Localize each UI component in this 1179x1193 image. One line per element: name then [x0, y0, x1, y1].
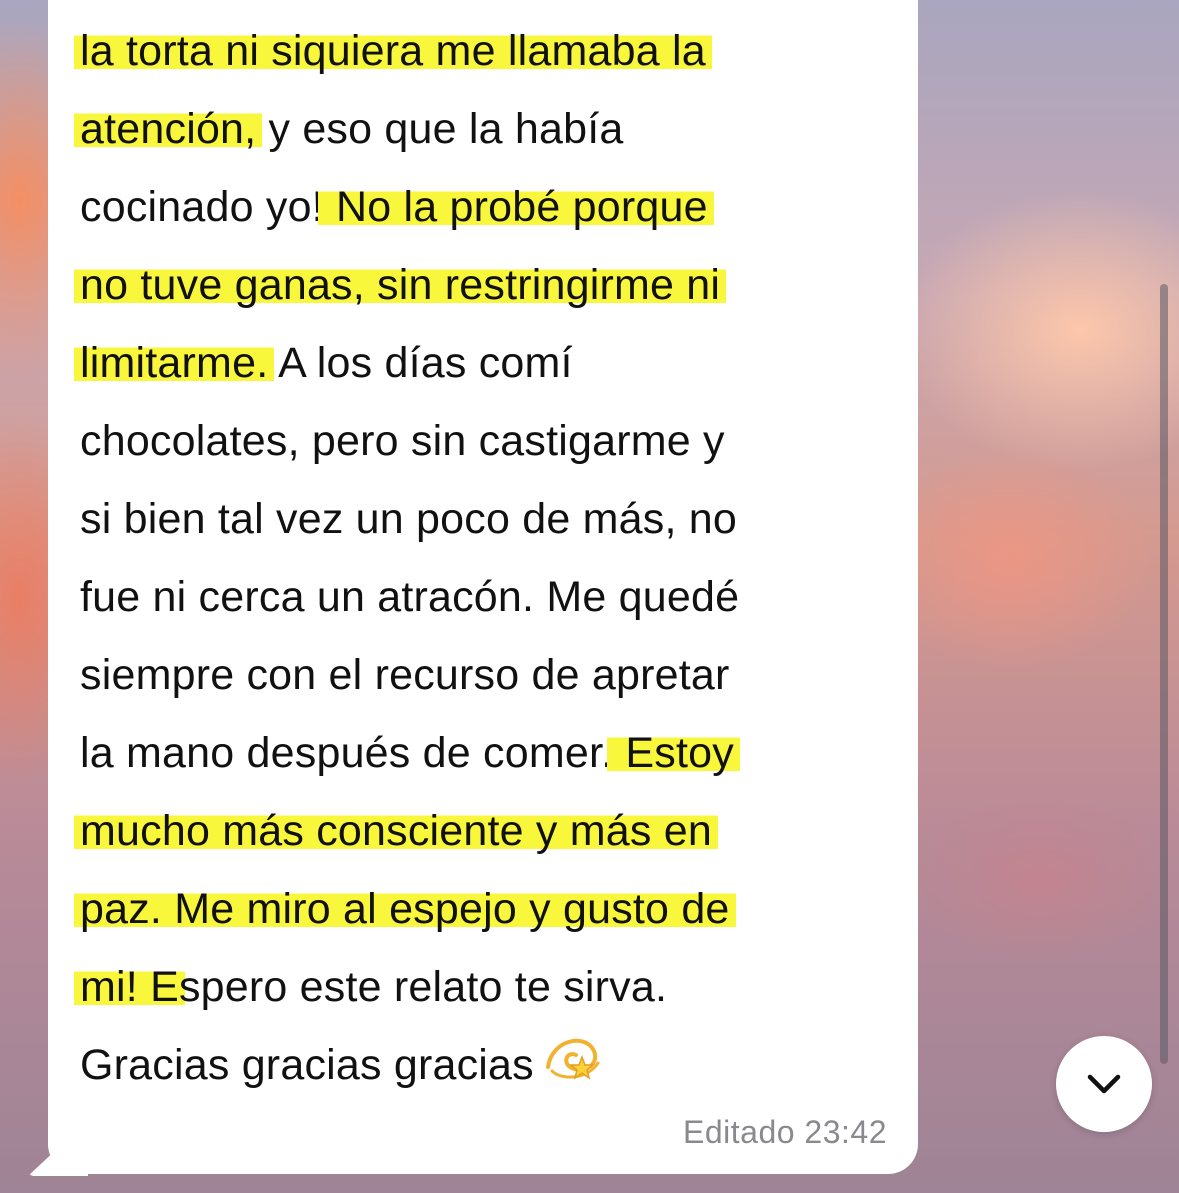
highlighted-text: No la probé porque [317, 183, 714, 231]
message-edited-timestamp: Editado 23:42 [683, 1114, 887, 1150]
message-text-segment: chocolates, pero sin castigarme y [80, 417, 725, 465]
highlighted-text: Estoy [607, 729, 740, 777]
message-line: si bien tal vez un poco de más, no [80, 480, 880, 558]
message-line: limitarme. A los días comí [74, 324, 880, 402]
message-line: atención, y eso que la había [74, 90, 880, 168]
message-text-segment: la mano después de comer. [80, 729, 614, 777]
highlighted-text: mi! E [74, 963, 185, 1011]
chevron-down-icon [1087, 1074, 1121, 1094]
message-line: fue ni cerca un atracón. Me quedé [80, 558, 880, 636]
message-line: Gracias gracias gracias [80, 1026, 880, 1104]
message-text-segment: cocinado yo! [80, 183, 324, 231]
message-text-segment: fue ni cerca un atracón. Me quedé [80, 573, 740, 621]
message-line: la torta ni siquiera me llamaba la [74, 12, 880, 90]
message-line: la mano después de comer. Estoy [80, 714, 880, 792]
message-text-segment: spero este relato te sirva. [178, 963, 668, 1011]
highlighted-text: mucho más consciente y más en [74, 807, 718, 855]
message-text-segment: A los días comí [268, 339, 573, 387]
message-text-segment: si bien tal vez un poco de más, no [80, 495, 737, 543]
highlighted-text: no tuve ganas, sin restringirme ni [74, 261, 727, 309]
message-text-segment: Gracias gracias gracias [80, 1041, 534, 1089]
message-line: no tuve ganas, sin restringirme ni [74, 246, 880, 324]
message-line: siempre con el recurso de apretar [80, 636, 880, 714]
scroll-to-bottom-button[interactable] [1056, 1036, 1152, 1132]
message-text-segment: y eso que la había [256, 105, 624, 153]
highlighted-text: la torta ni siquiera me llamaba la [74, 27, 712, 75]
highlighted-text: limitarme. [74, 339, 275, 387]
message-line: mucho más consciente y más en [74, 792, 880, 870]
message-line: chocolates, pero sin castigarme y [80, 402, 880, 480]
message-line: paz. Me miro al espejo y gusto de [74, 870, 880, 948]
message-text-segment: siempre con el recurso de apretar [80, 651, 730, 699]
highlighted-text: paz. Me miro al espejo y gusto de [74, 885, 736, 933]
scrollbar[interactable] [1160, 284, 1168, 1064]
dizzy-icon [542, 1027, 604, 1108]
message-line: cocinado yo! No la probé porque [80, 168, 880, 246]
message-text: la torta ni siquiera me llamaba la atenci… [74, 12, 880, 1104]
highlighted-text: atención, [74, 105, 263, 153]
message-line: mi! Espero este relato te sirva. [74, 948, 880, 1026]
